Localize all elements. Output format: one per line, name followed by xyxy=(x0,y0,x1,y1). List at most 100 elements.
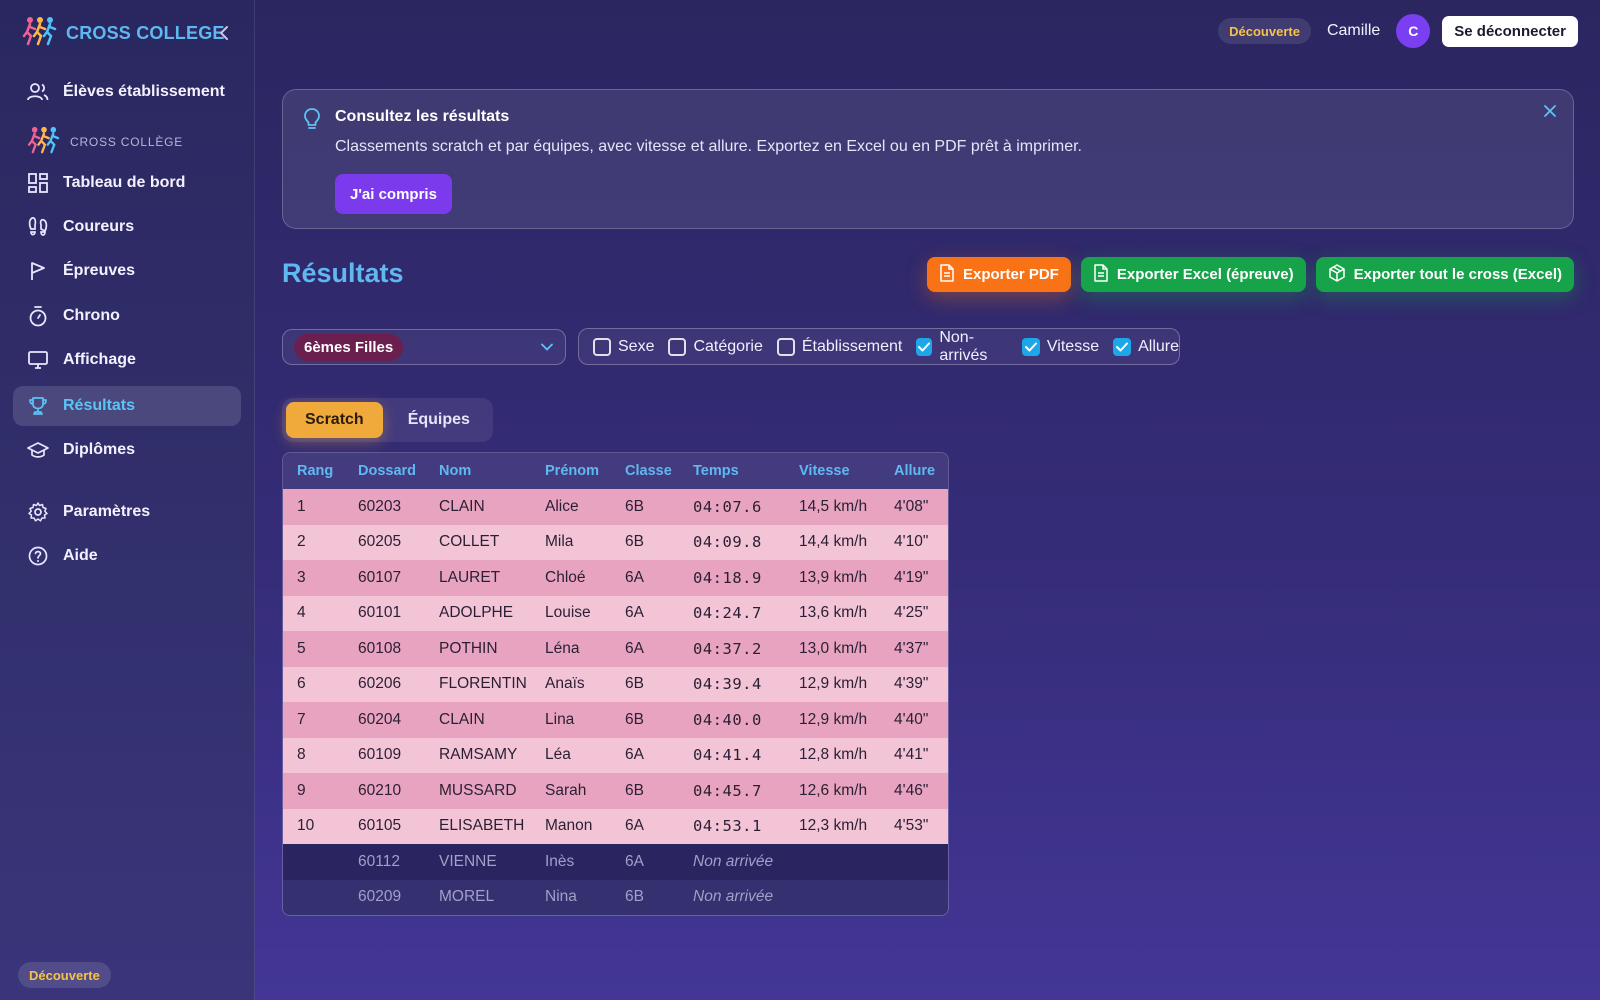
info-banner: Consultez les résultats Classements scra… xyxy=(282,89,1574,229)
table-row[interactable]: 7 60204 CLAIN Lina 6B 04:40.0 12,9 km/h 4'40" xyxy=(283,702,948,738)
cell-classe: 6A xyxy=(625,817,644,835)
sidebar-item-aide[interactable]: Aide xyxy=(13,536,241,576)
sidebar-item-parametres[interactable]: Paramètres xyxy=(13,492,241,532)
checkbox-checked[interactable] xyxy=(916,337,933,356)
topbar: Découverte Camille C Se déconnecter xyxy=(1218,14,1578,48)
table-row[interactable]: 8 60109 RAMSAMY Léa 6A 04:41.4 12,8 km/h 4'41" xyxy=(283,737,948,773)
collapse-sidebar-button[interactable] xyxy=(214,22,234,44)
table-row[interactable]: 10 60105 ELISABETH Manon 6A 04:53.1 12,3 km/h 4… xyxy=(283,808,948,844)
sidebar-item-chrono[interactable]: Chrono xyxy=(13,296,241,336)
cell-prenom: Inès xyxy=(545,852,575,870)
cell-dossard: 60101 xyxy=(358,604,402,622)
checkbox[interactable] xyxy=(776,337,795,356)
cell-temps: Non arrivée xyxy=(693,888,774,906)
checkbox[interactable] xyxy=(668,337,687,356)
event-select[interactable]: 6èmes Filles xyxy=(282,329,566,365)
toggle-categorie[interactable]: Catégorie xyxy=(668,337,763,356)
sidebar-item-tableau-de-bord[interactable]: Tableau de bord xyxy=(13,163,241,203)
table-row[interactable]: 9 60210 MUSSARD Sarah 6B 04:45.7 12,6 km/h 4'46… xyxy=(283,773,948,809)
cell-nom: RAMSAMY xyxy=(439,746,518,764)
col-header-allure[interactable]: Allure xyxy=(880,453,948,489)
avatar[interactable]: C xyxy=(1396,14,1431,48)
sidebar-item-diplomes[interactable]: Diplômes xyxy=(13,430,241,470)
checkbox-checked[interactable] xyxy=(1113,337,1132,356)
cell-dossard: 60108 xyxy=(358,639,402,657)
checkbox-checked[interactable] xyxy=(1021,337,1040,356)
col-header-nom[interactable]: Nom xyxy=(425,453,531,489)
toggle-vitesse[interactable]: Vitesse xyxy=(1021,337,1099,356)
col-header-rang[interactable]: Rang xyxy=(283,453,344,489)
selected-event-chip: 6èmes Filles xyxy=(294,334,404,361)
brand-title: CROSS COLLEGE xyxy=(66,22,225,43)
toggle-sexe[interactable]: Sexe xyxy=(593,337,655,356)
table-row[interactable]: 6 60206 FLORENTIN Anaïs 6B 04:39.4 12,9 km/h 4'… xyxy=(283,666,948,702)
sidebar: CROSS COLLEGE Élèves établissement CROSS… xyxy=(0,0,255,1000)
checkbox[interactable] xyxy=(593,337,611,356)
export-pdf-label: Exporter PDF xyxy=(962,266,1059,283)
cell-prenom: Louise xyxy=(545,604,591,622)
cell-rang: 3 xyxy=(297,568,306,586)
tab-equipes[interactable]: Équipes xyxy=(389,402,489,438)
file-icon xyxy=(939,263,955,286)
sidebar-item-epreuves[interactable]: Épreuves xyxy=(13,251,241,291)
cell-classe: 6B xyxy=(625,888,644,906)
cell-temps: 04:45.7 xyxy=(693,781,762,800)
logout-button[interactable]: Se déconnecter xyxy=(1442,15,1578,47)
col-header-classe[interactable]: Classe xyxy=(611,453,679,489)
export-excel-all-button[interactable]: Exporter tout le cross (Excel) xyxy=(1315,257,1574,292)
toggle-etablissement[interactable]: Établissement xyxy=(776,337,902,356)
export-pdf-button[interactable]: Exporter PDF xyxy=(926,257,1071,292)
cell-prenom: Lina xyxy=(545,710,575,728)
toggle-label: Sexe xyxy=(618,337,655,355)
toggle-allure[interactable]: Allure xyxy=(1113,337,1179,356)
cell-dossard: 60107 xyxy=(358,568,402,586)
cell-allure: 4'39" xyxy=(894,675,929,693)
flag-icon xyxy=(27,260,49,282)
toggle-non-arrives[interactable]: Non-arrivés xyxy=(916,329,1008,365)
table-row[interactable]: 4 60101 ADOLPHE Louise 6A 04:24.7 13,6 km/h 4'2… xyxy=(283,595,948,631)
cell-rang: 10 xyxy=(297,817,315,835)
col-header-temps[interactable]: Temps xyxy=(679,453,785,489)
close-icon[interactable] xyxy=(1541,102,1559,120)
col-header-prenom[interactable]: Prénom xyxy=(531,453,611,489)
cell-vitesse: 12,8 km/h xyxy=(799,746,868,764)
col-header-vitesse[interactable]: Vitesse xyxy=(785,453,880,489)
dismiss-banner-button[interactable]: J'ai compris xyxy=(335,174,452,214)
cell-nom: CLAIN xyxy=(439,710,485,728)
sidebar-item-label: Résultats xyxy=(63,397,136,414)
table-row[interactable]: 5 60108 POTHIN Léna 6A 04:37.2 13,0 km/h 4'37" xyxy=(283,631,948,667)
brand[interactable]: CROSS COLLEGE xyxy=(22,16,225,49)
table-row[interactable]: 2 60205 COLLET Mila 6B 04:09.8 14,4 km/h 4'10" xyxy=(283,524,948,560)
cell-rang: 4 xyxy=(297,604,306,622)
table-row[interactable]: 60209 MOREL Nina 6B Non arrivée xyxy=(283,879,948,916)
cell-rang: 2 xyxy=(297,533,306,551)
sidebar-item-affichage[interactable]: Affichage xyxy=(13,340,241,380)
check-icon xyxy=(918,342,931,351)
dashboard-icon xyxy=(27,172,49,194)
sidebar-item-label: Épreuves xyxy=(63,262,136,279)
cell-classe: 6A xyxy=(625,746,644,764)
sidebar-item-eleves[interactable]: Élèves établissement xyxy=(13,72,241,112)
table-row[interactable]: 60112 VIENNE Inès 6A Non arrivée xyxy=(283,844,948,880)
export-excel-event-button[interactable]: Exporter Excel (épreuve) xyxy=(1080,257,1306,292)
cell-allure: 4'37" xyxy=(894,639,929,657)
banner-title: Consultez les résultats xyxy=(335,108,510,125)
cell-classe: 6A xyxy=(625,852,644,870)
tab-scratch[interactable]: Scratch xyxy=(286,402,383,438)
cell-vitesse xyxy=(785,844,880,880)
cell-prenom: Manon xyxy=(545,817,593,835)
cell-temps: 04:37.2 xyxy=(693,639,762,658)
sidebar-item-resultats[interactable]: Résultats xyxy=(13,386,241,426)
column-toggles: Sexe Catégorie Établissement Non-arrivés… xyxy=(578,328,1180,365)
table-row[interactable]: 3 60107 LAURET Chloé 6A 04:18.9 13,9 km/h 4'19" xyxy=(283,560,948,596)
chevron-down-icon xyxy=(540,340,554,354)
table-row[interactable]: 1 60203 CLAIN Alice 6B 04:07.6 14,5 km/h 4'08" xyxy=(283,489,948,525)
cell-dossard: 60205 xyxy=(358,533,402,551)
sidebar-item-coureurs[interactable]: Coureurs xyxy=(13,207,241,247)
cell-vitesse xyxy=(785,880,880,916)
check-icon xyxy=(1024,342,1037,351)
cell-rang: 9 xyxy=(297,781,306,799)
col-header-dossard[interactable]: Dossard xyxy=(344,453,425,489)
cell-classe: 6B xyxy=(625,781,644,799)
cell-temps: 04:18.9 xyxy=(693,568,762,587)
